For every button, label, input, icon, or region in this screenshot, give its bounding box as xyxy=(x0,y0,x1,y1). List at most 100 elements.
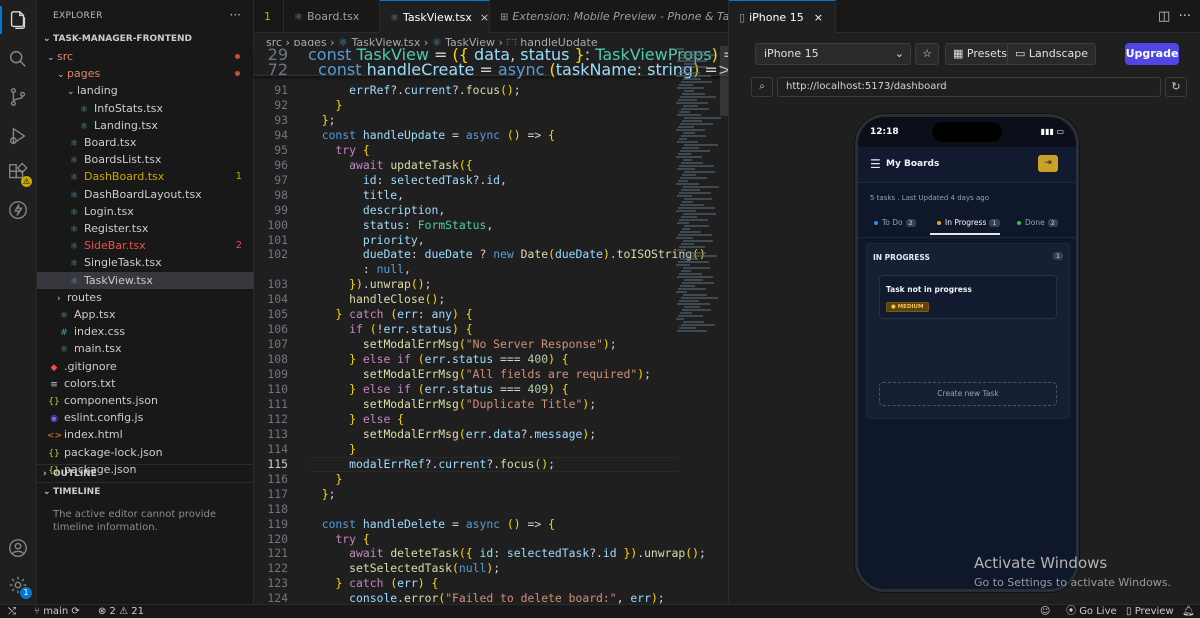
tree-file[interactable]: ⚛ Register.tsx xyxy=(37,220,254,237)
tree-file[interactable]: ≡ colors.txt xyxy=(37,375,254,392)
code-line[interactable]: setSelectedTask(null); xyxy=(308,561,500,576)
create-task-button[interactable]: Create new Task xyxy=(879,382,1057,406)
url-input[interactable]: http://localhost:5173/dashboard xyxy=(777,77,1161,97)
upgrade-button[interactable]: Upgrade xyxy=(1125,43,1179,65)
code-line[interactable]: setModalErrMsg("No Server Response"); xyxy=(308,337,617,352)
tree-file[interactable]: {} package-lock.json xyxy=(37,444,254,461)
notifications-bell-icon[interactable]: 🔔︎ xyxy=(1182,605,1195,618)
code-line[interactable]: } else { xyxy=(308,412,404,427)
extensions-icon[interactable]: ⚠ xyxy=(7,162,32,187)
tree-folder[interactable]: ⌄ src xyxy=(37,48,254,65)
tree-folder[interactable]: ⌄ pages xyxy=(37,65,254,82)
tree-folder[interactable]: ⌄ landing xyxy=(37,82,254,99)
code-line[interactable]: }).unwrap(); xyxy=(308,277,431,292)
tree-file[interactable]: # index.css xyxy=(37,323,254,340)
account-icon[interactable] xyxy=(7,537,29,559)
more-actions-icon[interactable]: ··· xyxy=(230,8,241,22)
search-icon[interactable] xyxy=(7,48,29,70)
code-line[interactable]: priority, xyxy=(308,233,425,248)
code-line[interactable]: const handleDelete = async () => { xyxy=(308,517,555,532)
tree-file[interactable]: ⚛ Landing.tsx xyxy=(37,117,254,134)
tree-file[interactable]: ⚛ main.tsx xyxy=(37,340,254,357)
preview-button[interactable]: ▯ Preview xyxy=(1126,605,1174,618)
settings-gear-icon[interactable]: 1 xyxy=(7,574,32,599)
favorite-star-button[interactable]: ☆ xyxy=(915,43,939,65)
close-icon[interactable]: × xyxy=(814,11,823,24)
tab-done[interactable]: Done 2 xyxy=(1017,218,1058,227)
split-editor-icon[interactable]: ◫ xyxy=(1158,9,1170,24)
code-line[interactable]: modalErrRef?.current?.focus(); xyxy=(308,457,555,472)
tree-file[interactable]: ⚛ Login.tsx xyxy=(37,203,254,220)
task-card[interactable]: Task not in progress ● MEDIUM xyxy=(879,275,1057,319)
code-line[interactable]: setModalErrMsg("All fields are required"… xyxy=(308,367,651,382)
hamburger-menu-icon[interactable]: ☰ xyxy=(870,157,881,171)
code-line[interactable]: }; xyxy=(308,487,336,502)
tree-file[interactable]: ⚛ SideBar.tsx 2 xyxy=(37,237,254,254)
code-line[interactable]: setModalErrMsg("Duplicate Title"); xyxy=(308,397,596,412)
tree-file[interactable]: ⚛ DashBoardLayout.tsx xyxy=(37,186,254,203)
source-control-icon[interactable] xyxy=(7,86,29,108)
search-icon[interactable]: ⌕ xyxy=(751,77,773,97)
timeline-section[interactable]: ⌄ TIMELINE xyxy=(37,482,254,500)
tree-file[interactable]: ⚛ App.tsx xyxy=(37,306,254,323)
code-line[interactable]: } catch (err) { xyxy=(308,576,438,591)
minimap[interactable] xyxy=(676,46,722,604)
branch-indicator[interactable]: ⑂ main ⟳ xyxy=(34,605,80,618)
code-line[interactable]: } else if (err.status === 409) { xyxy=(308,382,569,397)
tree-file[interactable]: {} components.json xyxy=(37,392,254,409)
tree-file[interactable]: ⚛ DashBoard.tsx 1 xyxy=(37,168,254,185)
code-line[interactable]: try { xyxy=(308,532,369,547)
tree-folder[interactable]: › routes xyxy=(37,289,254,306)
tree-file[interactable]: ◉ eslint.config.js xyxy=(37,409,254,426)
code-line[interactable]: const handleUpdate = async () => { xyxy=(308,128,555,143)
code-line[interactable]: handleClose(); xyxy=(308,292,445,307)
tree-file[interactable]: ◆ .gitignore xyxy=(37,358,254,375)
code-line[interactable]: await updateTask({ xyxy=(308,158,472,173)
copilot-icon[interactable]: ☺ xyxy=(1040,605,1050,618)
tree-file[interactable]: ⚛ SingleTask.tsx xyxy=(37,254,254,271)
go-live-button[interactable]: ⦿ Go Live xyxy=(1066,605,1117,618)
code-line[interactable]: id: selectedTask?.id, xyxy=(308,173,507,188)
tab-todo[interactable]: To Do 2 xyxy=(874,218,916,227)
tab-iphone-preview[interactable]: ▯ iPhone 15 × xyxy=(729,0,836,33)
editor-scrollbar[interactable] xyxy=(720,46,728,116)
code-line[interactable]: } xyxy=(308,442,356,457)
code-line[interactable]: } xyxy=(308,98,342,113)
tab-board[interactable]: ⚛ Board.tsx xyxy=(284,0,380,33)
code-line[interactable]: : null, xyxy=(308,262,411,277)
close-icon[interactable]: × xyxy=(480,11,489,24)
tab-taskview[interactable]: ⚛ TaskView.tsx × xyxy=(380,0,490,33)
problems-indicator[interactable]: ⊗ 2 ⚠ 21 xyxy=(98,605,144,618)
run-debug-icon[interactable] xyxy=(7,125,29,147)
reload-icon[interactable]: ↻ xyxy=(1165,77,1187,97)
logout-button[interactable]: ⇥ xyxy=(1038,155,1058,172)
explorer-icon[interactable] xyxy=(7,9,29,31)
code-line[interactable]: if (!err.status) { xyxy=(308,322,472,337)
tab-mobile-preview-extension[interactable]: ⊞ Extension: Mobile Preview - Phone & Tab… xyxy=(490,0,728,33)
tree-file[interactable]: ⚛ Board.tsx xyxy=(37,134,254,151)
code-line[interactable]: title, xyxy=(308,188,404,203)
presets-button[interactable]: ▦ Presets xyxy=(945,43,1015,65)
code-line[interactable]: errRef?.current?.focus(); xyxy=(308,83,520,98)
code-line[interactable]: } xyxy=(308,472,342,487)
remote-icon[interactable]: ⤭ xyxy=(8,605,16,618)
tree-file[interactable]: ⚛ InfoStats.tsx xyxy=(37,100,254,117)
code-line[interactable]: } else if (err.status === 400) { xyxy=(308,352,569,367)
code-line[interactable]: status: FormStatus, xyxy=(308,218,493,233)
code-line[interactable]: }; xyxy=(308,113,336,128)
tab-in-progress[interactable]: In Progress 1 xyxy=(937,218,1000,227)
code-line[interactable]: description, xyxy=(308,203,445,218)
device-select[interactable]: iPhone 15 ⌄ xyxy=(755,43,911,65)
code-line[interactable]: try { xyxy=(308,143,369,158)
outline-section[interactable]: › OUTLINE xyxy=(37,464,254,482)
tab-problems-count[interactable]: 1 xyxy=(254,0,284,33)
code-line[interactable]: dueDate: dueDate ? new Date(dueDate).toI… xyxy=(308,247,706,262)
more-actions-icon[interactable]: ··· xyxy=(1179,9,1191,24)
landscape-button[interactable]: ▭ Landscape xyxy=(1007,43,1096,65)
code-line[interactable]: setModalErrMsg(err.data?.message); xyxy=(308,427,596,442)
code-line[interactable]: } catch (err: any) { xyxy=(308,307,472,322)
project-root[interactable]: ⌄ TASK-MANAGER-FRONTEND xyxy=(37,30,254,48)
tree-file[interactable]: ⚛ BoardsList.tsx xyxy=(37,151,254,168)
code-line[interactable]: await deleteTask({ id: selectedTask?.id … xyxy=(308,546,706,561)
tree-file[interactable]: <> index.html xyxy=(37,426,254,443)
